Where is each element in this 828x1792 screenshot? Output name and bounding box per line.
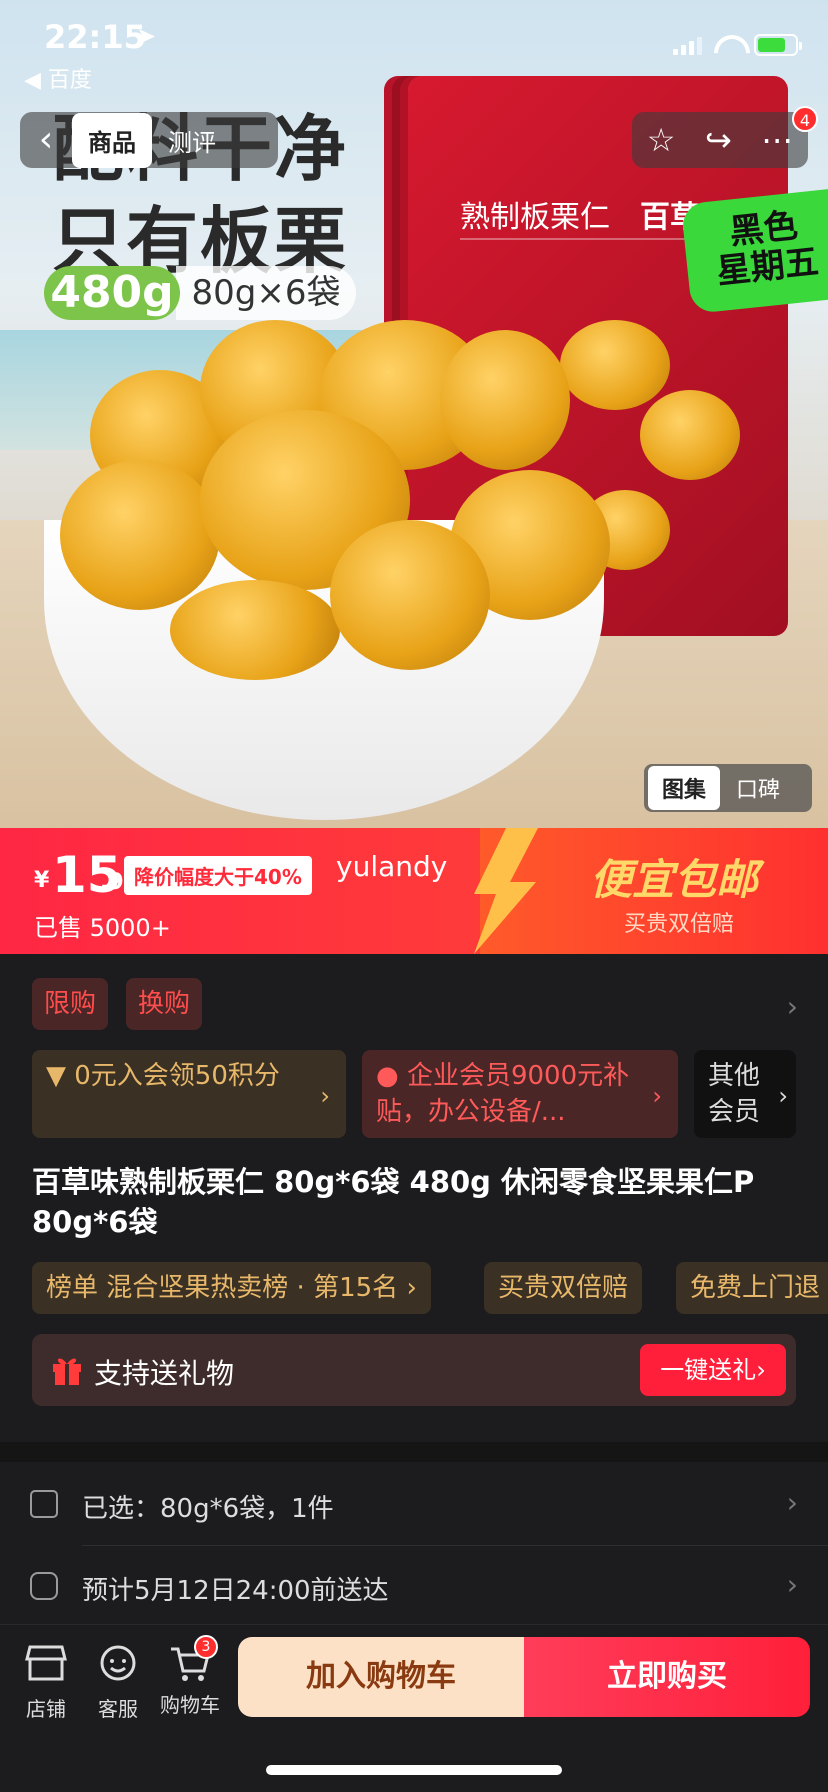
chip-limit[interactable]: 限购 — [32, 978, 109, 1030]
weight-detail: 80g×6袋 — [176, 266, 356, 320]
location-arrow-icon: ➤ — [136, 22, 157, 50]
cart-count-badge: 3 — [194, 1635, 218, 1659]
gallery-toggle: 图集 口碑 — [644, 764, 812, 812]
other-member-text: 其他会员 — [708, 1061, 761, 1127]
lightning-bolt-icon — [474, 828, 538, 954]
discount-tag: 降价幅度大于40% — [124, 856, 312, 895]
promo-title: 便宜包邮 — [590, 855, 759, 904]
chevron-right-icon: › — [778, 1082, 788, 1110]
gift-icon — [53, 1358, 81, 1385]
star-icon[interactable]: ☆ — [647, 121, 676, 159]
rank-text: 混合坚果热卖榜 · 第15名 — [106, 1273, 399, 1303]
checklist-icon — [30, 1490, 58, 1518]
chestnut — [330, 520, 490, 670]
enterprise-coupon[interactable]: ● 企业会员9000元补贴，办公设备/... › — [362, 1050, 678, 1138]
price-banner: ¥ 15 .9 降价幅度大于40% yulandy 已售 5000+ 便宜包邮 … — [0, 828, 828, 954]
service-label: 客服 — [98, 1697, 138, 1721]
rank-tag[interactable]: 榜单 混合坚果热卖榜 · 第15名 › — [32, 1262, 431, 1314]
spec-selected-row[interactable]: 已选：80g*6袋，1件 › — [0, 1464, 828, 1546]
product-title: 百草味熟制板栗仁 80g*6袋 480g 休闲零食坚果果仁P 80g*6袋 — [32, 1165, 755, 1239]
return-tag[interactable]: 免费上门退 — [676, 1262, 828, 1314]
status-time: 22:15 — [44, 18, 146, 56]
gift-label: 支持送礼物 — [94, 1357, 235, 1390]
chevron-right-icon: › — [756, 1356, 766, 1384]
person-icon: ● — [376, 1061, 399, 1091]
product-image-gallery[interactable]: 配料干净 只有板栗 80g×6袋 480g 熟制板栗仁 百草味 黑色 星期五 2… — [0, 0, 828, 828]
chestnut — [560, 320, 670, 410]
top-nav-tabs: ‹ 商品 测评 — [20, 112, 278, 168]
bag-title: 熟制板栗仁 — [460, 200, 610, 235]
username: yulandy — [336, 850, 448, 883]
wifi-icon — [714, 35, 742, 55]
status-icons — [673, 34, 802, 56]
top-nav-actions: ☆ ↪ ⋯ — [632, 112, 808, 168]
chevron-right-icon: › — [406, 1273, 417, 1303]
chestnut — [60, 460, 220, 610]
send-gift-button[interactable]: 一键送礼› — [640, 1344, 786, 1396]
battery-icon — [754, 34, 802, 56]
weight-pill: 480g — [44, 266, 180, 320]
more-icon[interactable]: ⋯ — [761, 121, 793, 159]
currency-symbol: ¥ — [34, 868, 50, 893]
notification-badge: 4 — [792, 106, 818, 132]
guarantee-tag[interactable]: 买贵双倍赔 — [484, 1262, 643, 1314]
cart-label: 购物车 — [160, 1693, 220, 1717]
chestnut — [440, 330, 570, 470]
store-button[interactable]: 店铺 — [14, 1643, 78, 1722]
back-arrow-icon[interactable]: ‹ — [20, 112, 72, 168]
sold-count: 已售 5000+ — [34, 914, 171, 942]
store-label: 店铺 — [26, 1697, 66, 1721]
truck-icon — [30, 1572, 58, 1600]
promo-subtitle: 买贵双倍赔 — [624, 912, 735, 937]
chevron-right-icon: › — [320, 1082, 330, 1110]
other-member-button[interactable]: 其他会员 › — [694, 1050, 796, 1138]
black-friday-badge: 黑色 星期五 — [680, 187, 828, 315]
store-icon — [25, 1645, 67, 1681]
section-divider — [0, 1442, 828, 1462]
customer-service-icon — [100, 1645, 136, 1681]
chevron-right-icon: › — [652, 1082, 662, 1110]
gift-row[interactable]: 支持送礼物 一键送礼› — [32, 1334, 796, 1406]
share-icon[interactable]: ↪ — [705, 121, 732, 159]
home-indicator — [266, 1765, 562, 1775]
signal-icon — [673, 35, 702, 55]
enterprise-coupon-text: 企业会员9000元补贴，办公设备/... — [376, 1061, 630, 1127]
chip-exchange[interactable]: 换购 — [126, 978, 203, 1030]
add-to-cart-button[interactable]: 加入购物车 — [238, 1637, 524, 1717]
delivery-text: 预计5月12日24:00前送达 — [82, 1576, 389, 1606]
cart-button[interactable]: 3 购物车 — [158, 1635, 222, 1718]
chevron-right-icon: › — [786, 1486, 798, 1519]
tab-review[interactable]: 测评 — [152, 123, 232, 158]
chevron-right-icon: › — [786, 1568, 798, 1601]
gallery-tab-images[interactable]: 图集 — [648, 766, 721, 810]
spec-selected-text: 已选：80g*6袋，1件 — [82, 1494, 334, 1524]
price-decimal: .9 — [100, 870, 124, 895]
chestnut — [170, 580, 340, 680]
gallery-tab-reviews[interactable]: 口碑 — [720, 772, 796, 804]
buy-now-button[interactable]: 立即购买 — [524, 1637, 810, 1717]
bottom-action-bar: 店铺 客服 3 购物车 加入购物车 立即购买 — [0, 1624, 828, 1792]
chestnut — [640, 390, 740, 480]
chevron-right-icon[interactable]: › — [787, 990, 798, 1023]
member-coupon[interactable]: ▼ 0元入会领50积分 › — [32, 1050, 346, 1138]
send-gift-label: 一键送礼 — [660, 1356, 757, 1384]
tab-product[interactable]: 商品 — [72, 112, 152, 168]
customer-service-button[interactable]: 客服 — [86, 1643, 150, 1722]
v-badge-icon: ▼ — [46, 1061, 66, 1091]
cart-icon-wrap: 3 — [168, 1635, 218, 1683]
back-to-app-link[interactable]: ◀ 百度 — [24, 62, 92, 94]
delivery-row[interactable]: 预计5月12日24:00前送达 › — [0, 1546, 828, 1628]
member-coupon-text: 0元入会领50积分 — [74, 1061, 280, 1091]
rank-label: 榜单 — [46, 1273, 99, 1303]
